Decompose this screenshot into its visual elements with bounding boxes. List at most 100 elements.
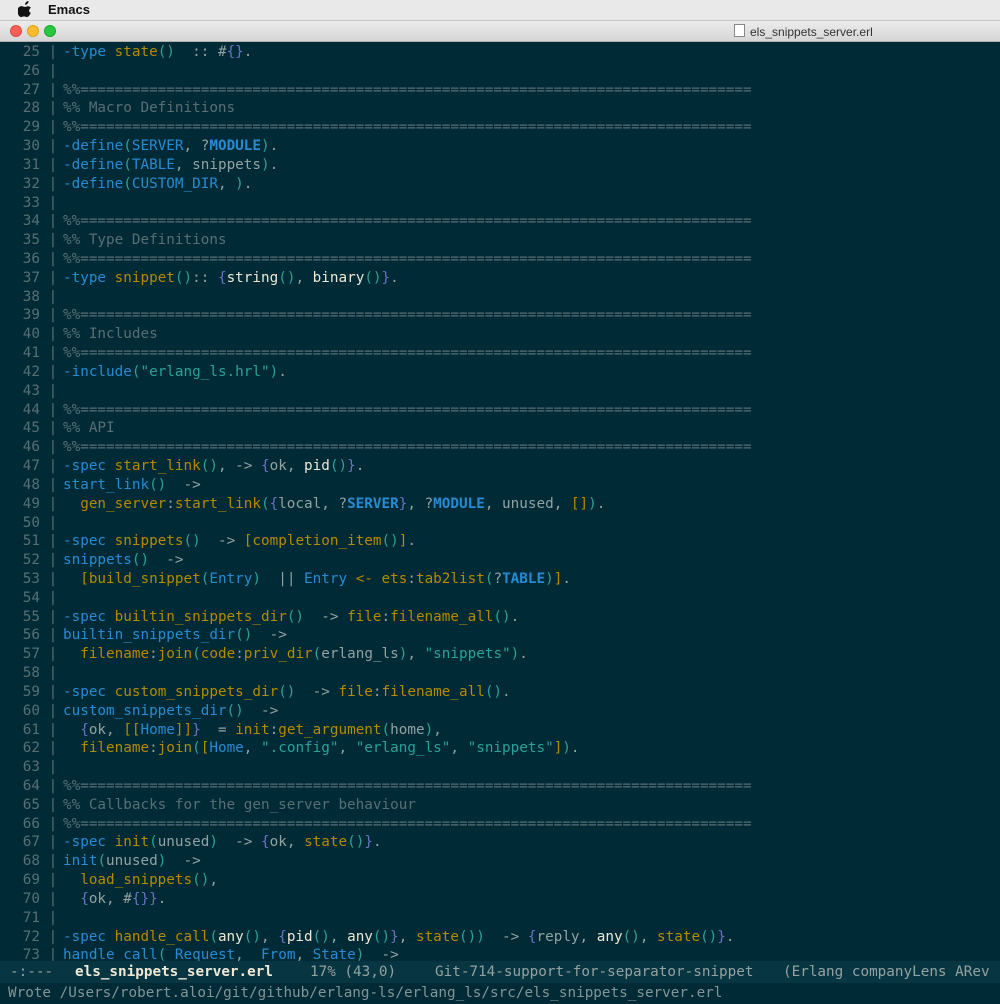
code-token: () [622,928,640,945]
code-token: { [80,890,89,907]
line-number: 34 | [0,212,60,231]
code-line[interactable]: 25 | -type state() :: #{}. [0,43,1000,62]
code-line[interactable]: 64 | %%==================================… [0,777,1000,796]
code-line[interactable]: 53 | [build_snippet(Entry) || Entry <- e… [0,570,1000,589]
code-token: { [527,928,537,945]
gutter-separator: | [40,495,58,512]
code-token: ( [123,175,132,192]
code-line[interactable]: 36 | %%==================================… [0,250,1000,269]
apple-logo-icon[interactable] [18,1,32,17]
code-token: ) [209,834,218,851]
code-text: -define(TABLE, snippets). [63,156,278,175]
minibuffer[interactable]: Wrote /Users/robert.aloi/git/github/erla… [0,983,1000,1004]
app-menu-emacs[interactable]: Emacs [48,2,90,17]
modeline-buffer-name[interactable]: els_snippets_server.erl [75,961,273,983]
code-line[interactable]: 32 | -define(CUSTOM_DIR, ). [0,175,1000,194]
code-line[interactable]: 28 |%% Macro Definitions [0,99,1000,118]
code-token: : [269,721,279,738]
modeline-vc-branch[interactable]: Git-714-support-for-separator-snippet [435,961,753,983]
code-token: () [235,627,253,644]
code-line[interactable]: 54 | [0,589,1000,608]
code-token: : [149,646,158,663]
modeline-major-minor-modes[interactable]: (Erlang companyLens ARev [783,961,990,983]
code-line[interactable]: 35 |%% Type Definitions [0,231,1000,250]
minimize-button[interactable] [27,25,39,37]
code-line[interactable]: 63 | [0,758,1000,777]
line-number: 71 | [0,909,60,928]
code-token: . [596,495,606,512]
code-line[interactable]: 66 | %%==================================… [0,815,1000,834]
line-number: 39 | [0,306,60,325]
code-token: ) [261,156,270,173]
code-line[interactable]: 40 |%% Includes [0,325,1000,344]
code-line[interactable]: 68 | init(unused) -> [0,852,1000,871]
code-token: ) [588,495,597,512]
editor-buffer[interactable]: 25 | -type state() :: #{}. 26 | 27 | %%=====… [0,41,1000,961]
code-line[interactable]: 26 | [0,62,1000,81]
code-token: init [114,834,150,851]
code-text: %% Callbacks for the gen_server behaviou… [63,796,416,815]
code-line[interactable]: 51 | -spec snippets() -> [completion_item… [0,532,1000,551]
code-line[interactable]: 70 | {ok, #{}}. [0,890,1000,909]
code-line[interactable]: 38 | [0,288,1000,307]
code-line[interactable]: 45 |%% API [0,419,1000,438]
code-token: } [192,721,201,738]
code-line[interactable]: 46 | %%==================================… [0,438,1000,457]
code-text: init(unused) -> [63,852,201,871]
code-line[interactable]: 33 | [0,194,1000,213]
code-line[interactable]: 48 | start_link() -> [0,476,1000,495]
code-token: -define [63,156,124,173]
code-line[interactable]: 41 | %%==================================… [0,344,1000,363]
code-line[interactable]: 29 | %%==================================… [0,118,1000,137]
code-line[interactable]: 67 | -spec init(unused) -> {ok, state()}. [0,833,1000,852]
line-number-text: 28 [22,100,40,117]
code-line[interactable]: 31 | -define(TABLE, snippets). [0,156,1000,175]
code-line[interactable]: 37 | -type snippet():: {string(), binary(… [0,269,1000,288]
code-token: start_link [63,476,150,493]
code-token: %%======================================… [63,345,752,362]
code-line[interactable]: 71 | [0,909,1000,928]
code-line[interactable]: 58 | [0,664,1000,683]
code-token: %%======================================… [63,777,752,794]
line-number-text: 37 [22,269,40,286]
code-line[interactable]: 72 | -spec handle_call(any(), {pid(), any… [0,928,1000,947]
code-line[interactable]: 43 | [0,382,1000,401]
code-line[interactable]: 52 | snippets() -> [0,551,1000,570]
code-token: , [433,721,442,738]
code-line[interactable]: 57 | filename:join(code:priv_dir(erlang_… [0,645,1000,664]
line-number: 68 | [0,852,60,871]
gutter-separator: | [40,269,58,286]
line-number: 67 | [0,833,60,852]
code-line[interactable]: 44 | %%==================================… [0,401,1000,420]
code-token: () [329,458,348,475]
code-line[interactable]: 27 | %%==================================… [0,81,1000,100]
code-line[interactable]: 73 | handle_call(_Request, _From, State) … [0,946,1000,961]
code-line[interactable]: 69 | load_snippets(), [0,871,1000,890]
code-line[interactable]: 30 | -define(SERVER, ?MODULE). [0,137,1000,156]
code-line[interactable]: 42 | -include("erlang_ls.hrl"). [0,363,1000,382]
code-token: -type [63,44,115,60]
code-token: join [157,646,193,663]
code-line[interactable]: 34 | %%==================================… [0,212,1000,231]
gutter-separator: | [40,401,58,418]
code-text: -spec start_link(), -> {ok, pid()}. [63,457,364,476]
code-line[interactable]: 61 | {ok, [[Home]]} = init:get_argument(… [0,721,1000,740]
gutter-separator: | [40,834,58,851]
code-line[interactable]: 59 | -spec custom_snippets_dir() -> file:… [0,683,1000,702]
code-line[interactable]: 50 | [0,514,1000,533]
close-button[interactable] [10,25,22,37]
code-line[interactable]: 39 | %%==================================… [0,306,1000,325]
code-text: load_snippets(), [63,871,218,890]
code-line[interactable]: 49 | gen_server:start_link({local, ?SERV… [0,495,1000,514]
code-line[interactable]: 65 |%% Callbacks for the gen_server beha… [0,796,1000,815]
code-line[interactable]: 62 | filename:join([Home, ".config", "er… [0,739,1000,758]
gutter-separator: | [40,909,58,926]
code-line[interactable]: 55 | -spec builtin_snippets_dir() -> file… [0,608,1000,627]
zoom-button[interactable] [44,25,56,37]
code-line[interactable]: 47 | -spec start_link(), -> {ok, pid()}. [0,457,1000,476]
code-line[interactable]: 60 | custom_snippets_dir() -> [0,702,1000,721]
code-token: "erlang_ls.hrl" [140,363,270,380]
code-line[interactable]: 56 | builtin_snippets_dir() -> [0,626,1000,645]
